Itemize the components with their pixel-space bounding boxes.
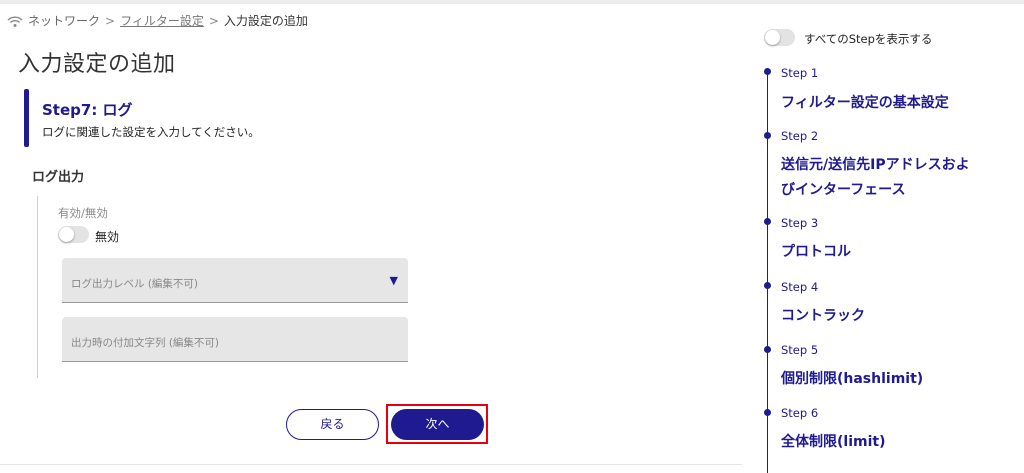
- breadcrumb-current: 入力設定の追加: [223, 14, 308, 28]
- back-button[interactable]: 戻る: [286, 409, 379, 440]
- breadcrumb-separator: >: [208, 13, 219, 28]
- timeline-dot: [764, 68, 771, 75]
- show-all-steps-toggle[interactable]: [764, 29, 795, 46]
- timeline-dot: [764, 409, 771, 416]
- breadcrumb: ネットワーク > フィルター設定 > 入力設定の追加: [6, 12, 308, 29]
- step-accent-bar: [24, 89, 29, 147]
- section-title: ログ出力: [32, 170, 85, 185]
- step-link-4[interactable]: コントラック: [781, 304, 991, 329]
- bottom-divider: [0, 464, 742, 465]
- log-level-placeholder: ログ出力レベル (編集不可): [71, 278, 199, 290]
- suffix-text-placeholder: 出力時の付加文字列 (編集不可): [71, 337, 220, 349]
- enable-toggle-label: 無効: [95, 230, 120, 244]
- top-border: [0, 0, 1024, 4]
- step-link-1[interactable]: フィルター設定の基本設定: [781, 91, 991, 116]
- log-level-select[interactable]: ログ出力レベル (編集不可) ▼: [62, 258, 408, 303]
- timeline-dot: [764, 218, 771, 225]
- suffix-text-input[interactable]: 出力時の付加文字列 (編集不可): [62, 317, 408, 362]
- step-number: Step 2: [781, 129, 819, 143]
- section-divider: [37, 196, 38, 378]
- step-number: Step 1: [781, 66, 819, 80]
- wifi-icon: [7, 15, 23, 27]
- step-link-5[interactable]: 個別制限(hashlimit): [781, 367, 991, 392]
- show-all-steps-label: すべてのStepを表示する: [804, 32, 933, 46]
- step-link-3[interactable]: プロトコル: [781, 240, 991, 265]
- timeline-dot: [764, 346, 771, 353]
- step-link-2[interactable]: 送信元/送信先IPアドレスおよびインターフェース: [781, 153, 971, 203]
- step-number: Step 4: [781, 280, 819, 294]
- enable-label: 有効/無効: [58, 206, 108, 220]
- step-number: Step 6: [781, 406, 819, 420]
- page-title: 入力設定の追加: [18, 52, 176, 77]
- step-card: Step7: ログ ログに関連した設定を入力してください。: [24, 89, 304, 149]
- triangle-down-icon: ▼: [389, 274, 398, 287]
- step-description: ログに関連した設定を入力してください。: [42, 125, 260, 139]
- breadcrumb-filter-settings-link[interactable]: フィルター設定: [120, 12, 204, 29]
- enable-toggle[interactable]: [58, 226, 89, 243]
- breadcrumb-separator: >: [105, 13, 116, 28]
- timeline-dot: [764, 282, 771, 289]
- timeline-dot: [764, 132, 771, 139]
- next-button[interactable]: 次へ: [391, 409, 484, 440]
- step-title: Step7: ログ: [42, 101, 133, 119]
- step-number: Step 5: [781, 343, 819, 357]
- step-number: Step 3: [781, 216, 819, 230]
- step-link-6[interactable]: 全体制限(limit): [781, 430, 991, 455]
- breadcrumb-network[interactable]: ネットワーク: [28, 12, 100, 29]
